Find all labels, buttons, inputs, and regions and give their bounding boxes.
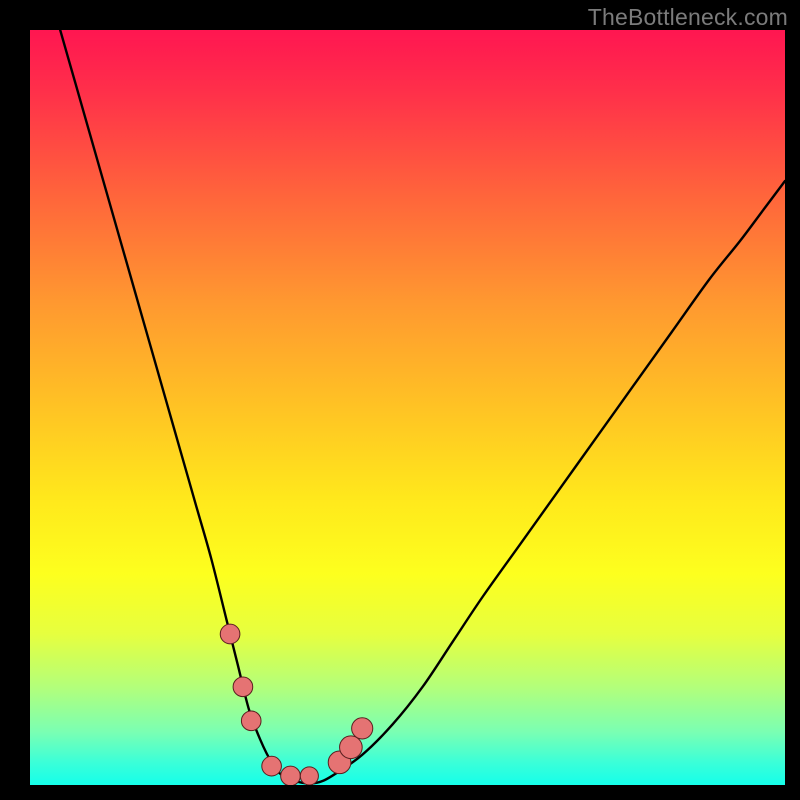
curve-layer xyxy=(30,30,785,785)
marker-bottom-3 xyxy=(300,767,318,785)
marker-left-1 xyxy=(220,624,240,644)
chart-frame: TheBottleneck.com xyxy=(0,0,800,800)
plot-area xyxy=(30,30,785,785)
marker-left-2 xyxy=(233,677,253,697)
marker-left-3 xyxy=(241,711,261,731)
marker-right-2 xyxy=(340,736,363,759)
curve-markers xyxy=(220,624,373,785)
marker-bottom-1 xyxy=(262,756,282,776)
watermark-text: TheBottleneck.com xyxy=(588,4,788,31)
marker-bottom-2 xyxy=(281,766,301,785)
marker-right-3 xyxy=(352,718,373,739)
bottleneck-curve xyxy=(60,30,785,784)
